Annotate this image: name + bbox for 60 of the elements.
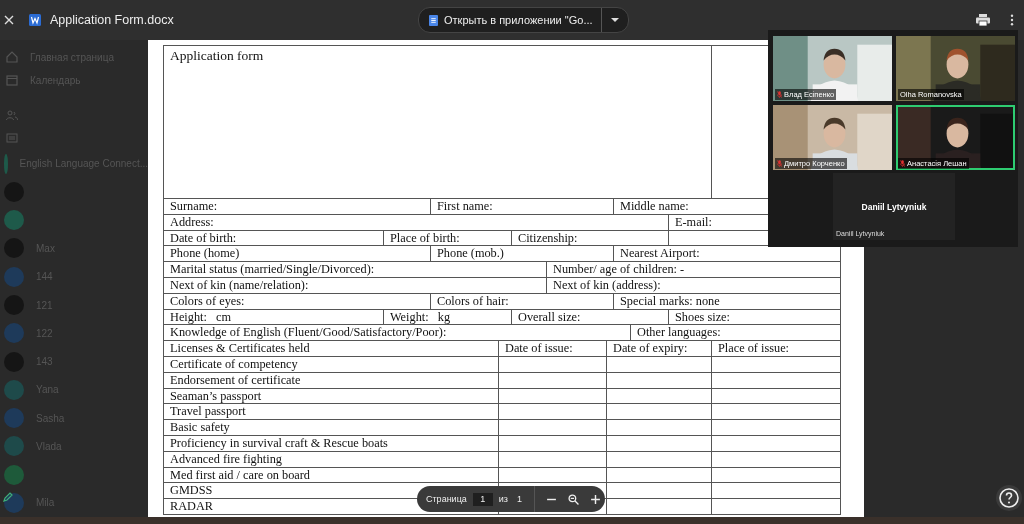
document-icon	[29, 14, 41, 26]
form-label: Address:	[170, 214, 214, 229]
list-icon[interactable]	[6, 132, 18, 145]
form-label: Place of birth:	[390, 230, 460, 245]
form-label: Middle name:	[620, 199, 689, 213]
form-label: Number/ age of children: -	[553, 262, 685, 277]
form-label: Date of expiry:	[613, 341, 688, 356]
pencil-icon[interactable]	[3, 492, 13, 502]
form-label: Surname:	[170, 199, 218, 213]
home-icon[interactable]	[6, 51, 18, 64]
avatar-icon[interactable]	[4, 492, 24, 513]
form-label: Phone (home)	[170, 246, 240, 261]
of-label: из	[498, 494, 508, 504]
document-icon	[429, 14, 438, 26]
form-label: Travel passport	[170, 404, 246, 419]
zoom-icon[interactable]	[567, 493, 579, 505]
form-label: Knowledge of English (Fluent/Good/Satisfactory/Poor):	[170, 325, 447, 340]
close-icon[interactable]	[4, 15, 14, 25]
form-label: Marital status (married/Single/Divorced):	[170, 262, 375, 277]
form-label: Other languages:	[637, 325, 721, 340]
form-label: Place of issue:	[718, 341, 790, 356]
form-label: First name:	[437, 199, 493, 213]
form-label: Phone (mob.)	[437, 246, 504, 261]
form-label: Date of issue:	[505, 341, 573, 356]
form-label: Licenses & Certificates held	[170, 341, 310, 356]
form-label: Shoes size:	[675, 309, 730, 324]
form-label: Colors of hair:	[437, 293, 509, 308]
calendar-icon[interactable]	[6, 74, 18, 87]
participant-name: Daniil Lytvyniuk	[861, 201, 927, 212]
form-label: Height: cm	[170, 309, 232, 324]
more-icon[interactable]	[1010, 14, 1014, 26]
form-label: Next of kin (name/relation):	[170, 278, 309, 292]
form-label: Endorsement of certificate	[170, 372, 301, 387]
print-icon[interactable]	[976, 14, 990, 26]
page-number-field[interactable]: 1	[472, 492, 493, 506]
form-label: Nearest Airport:	[620, 246, 700, 261]
zoom-in-icon[interactable]	[589, 493, 601, 505]
form-label: Date of birth:	[170, 230, 237, 245]
form-label: Overall size:	[518, 309, 581, 324]
people-icon[interactable]	[6, 109, 18, 122]
form-label: Colors of eyes:	[170, 293, 245, 308]
help-icon	[999, 488, 1019, 508]
form-label: RADAR	[170, 499, 214, 514]
form-label: Seaman’s passport	[170, 388, 262, 403]
form-label: Citizenship:	[518, 230, 578, 245]
caret-icon	[610, 18, 619, 22]
form-label: Proficiency in survival craft & Rescue boats	[170, 435, 388, 450]
form-label: E-mail:	[675, 214, 712, 229]
file-name: Application Form.docx	[50, 13, 174, 27]
page-total: 1	[516, 494, 522, 504]
form-label: Weight: kg	[390, 309, 451, 324]
form-title: Application form	[170, 48, 264, 63]
form-label: GMDSS	[170, 483, 213, 498]
form-label: Certificate of competency	[170, 356, 298, 371]
page-label: Страница	[426, 494, 467, 504]
form-label: Med first aid / care on board	[170, 467, 310, 482]
form-label: Basic safety	[170, 420, 230, 435]
form-label: Special marks: none	[620, 293, 720, 308]
form-label: Next of kin (address):	[553, 278, 661, 292]
form-label: Advanced fire fighting	[170, 451, 282, 466]
